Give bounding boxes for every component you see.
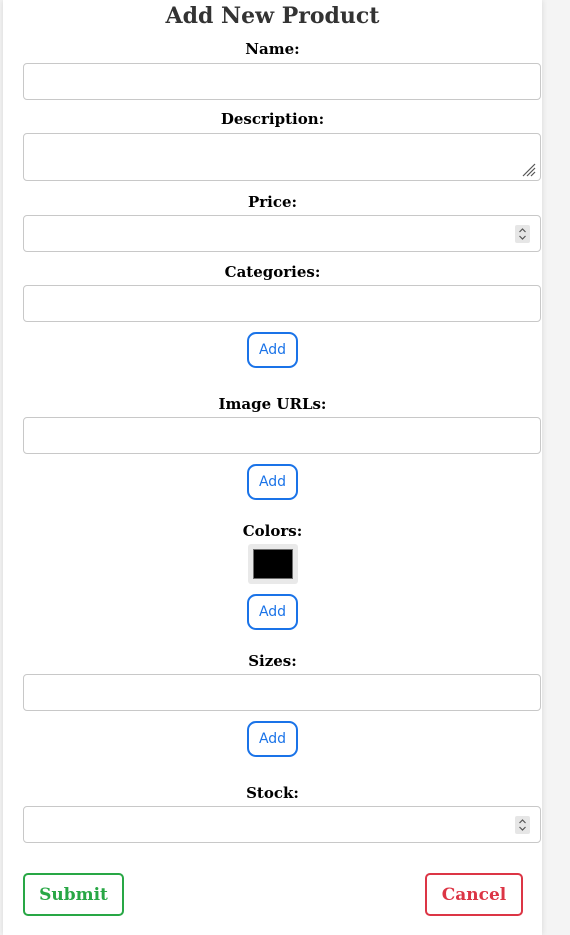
colors-label: Colors: [242,522,303,540]
price-input[interactable] [23,215,541,252]
price-label: Price: [247,193,298,211]
price-spinner[interactable] [515,225,530,243]
submit-button[interactable]: Submit [23,873,124,916]
stock-input[interactable] [23,806,541,843]
color-picker[interactable] [248,544,298,584]
add-category-button[interactable]: Add [247,332,298,368]
name-label: Name: [245,40,300,58]
stock-spinner[interactable] [515,816,530,834]
spinner-arrows-icon [519,228,526,240]
stock-label: Stock: [246,784,299,802]
add-color-button[interactable]: Add [247,594,298,630]
cancel-button[interactable]: Cancel [425,873,523,916]
resize-handle-icon[interactable] [522,163,536,177]
name-input[interactable] [23,63,541,100]
image-urls-label: Image URLs: [218,395,327,413]
description-textarea[interactable] [23,133,541,181]
spinner-arrows-icon [519,819,526,831]
sizes-input[interactable] [23,674,541,711]
add-image-url-button[interactable]: Add [247,464,298,500]
page-title: Add New Product [165,3,380,29]
image-urls-input[interactable] [23,417,541,454]
description-label: Description: [220,110,325,128]
categories-input[interactable] [23,285,541,322]
categories-label: Categories: [224,263,321,281]
sizes-label: Sizes: [248,652,297,670]
color-swatch [253,549,293,579]
add-size-button[interactable]: Add [247,721,298,757]
